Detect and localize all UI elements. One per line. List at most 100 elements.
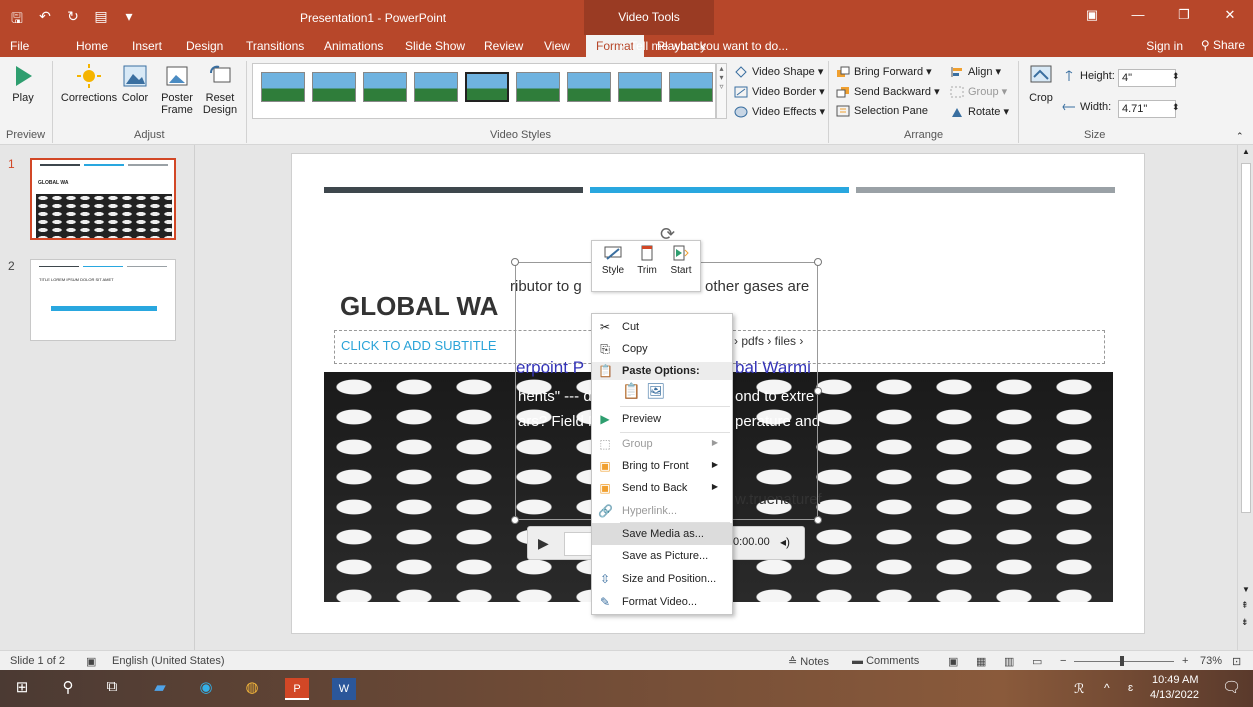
input-indicator-icon[interactable]: ɛ <box>1128 682 1133 694</box>
zoom-in-icon[interactable]: + <box>1182 655 1188 667</box>
corrections-button[interactable]: Corrections <box>58 63 120 104</box>
video-shape-button[interactable]: Video Shape ▾ <box>734 65 823 78</box>
crop-button[interactable]: Crop <box>1024 63 1058 104</box>
paste-keep-source-icon[interactable]: 📋 <box>622 382 641 402</box>
tab-animations[interactable]: Animations <box>324 39 383 53</box>
video-style-thumbnail[interactable] <box>516 72 560 102</box>
menu-item-bring-to-front[interactable]: ▣ Bring to Front ▶ <box>592 455 732 477</box>
video-styles-gallery[interactable] <box>252 63 716 119</box>
video-style-thumbnail[interactable] <box>567 72 611 102</box>
video-style-thumbnail[interactable] <box>414 72 458 102</box>
slide-thumbnail-1[interactable]: GLOBAL WA <box>30 158 176 240</box>
video-style-thumbnail[interactable] <box>618 72 662 102</box>
clock-time[interactable]: 10:49 AM <box>1152 674 1198 686</box>
notes-button[interactable]: ≙ Notes <box>788 655 829 668</box>
menu-item-cut[interactable]: ✂ Cut <box>592 316 732 338</box>
menu-item-save-as-picture[interactable]: Save as Picture... <box>592 545 732 567</box>
style-button[interactable]: Style <box>596 245 630 276</box>
tab-design[interactable]: Design <box>186 39 223 53</box>
zoom-slider[interactable] <box>1074 661 1174 662</box>
bring-forward-button[interactable]: Bring Forward ▾ <box>836 65 932 78</box>
menu-item-size-and-position[interactable]: ⇳ Size and Position... <box>592 568 732 590</box>
zoom-out-icon[interactable]: − <box>1060 655 1066 667</box>
align-button[interactable]: Align ▾ <box>950 65 1001 78</box>
reset-design-button[interactable]: Reset Design <box>198 63 242 116</box>
start-from-beginning-icon[interactable]: ▤ <box>92 8 110 32</box>
language-indicator[interactable]: English (United States) <box>112 655 225 667</box>
video-style-thumbnail[interactable] <box>465 72 509 102</box>
clock-date[interactable]: 4/13/2022 <box>1150 689 1199 701</box>
gallery-scroll[interactable]: ▴ ▾ ▿ <box>716 63 727 119</box>
edge-browser-icon[interactable]: ◉ <box>194 678 218 696</box>
selection-pane-button[interactable]: Selection Pane <box>836 105 928 117</box>
sign-in-link[interactable]: Sign in <box>1146 39 1183 53</box>
scroll-thumb[interactable] <box>1241 163 1251 513</box>
slide-thumbnail-2[interactable]: TITLE LOREM IPSUM DOLOR SIT AMET <box>30 259 176 341</box>
tab-review[interactable]: Review <box>484 39 523 53</box>
menu-item-send-to-back[interactable]: ▣ Send to Back ▶ <box>592 477 732 499</box>
slide-title[interactable]: GLOBAL WA <box>340 291 498 322</box>
color-button[interactable]: Color <box>121 63 149 104</box>
previous-slide-icon[interactable]: ⇞ <box>1241 600 1249 611</box>
video-border-button[interactable]: Video Border ▾ <box>734 85 825 98</box>
resize-handle[interactable] <box>511 516 519 524</box>
comments-button[interactable]: ▬ Comments <box>852 655 919 667</box>
ribbon-display-options-icon[interactable]: ▣ <box>1069 0 1115 30</box>
resize-handle[interactable] <box>814 387 822 395</box>
video-style-thumbnail[interactable] <box>363 72 407 102</box>
menu-item-format-video[interactable]: ✎ Format Video... <box>592 591 732 613</box>
redo-icon[interactable]: ↻ <box>64 8 82 32</box>
zoom-slider-thumb[interactable] <box>1120 656 1124 666</box>
tab-transitions[interactable]: Transitions <box>246 39 304 53</box>
tab-file[interactable]: File <box>10 39 29 53</box>
tab-home[interactable]: Home <box>76 39 108 53</box>
menu-item-copy[interactable]: ⎘ Copy <box>592 338 732 360</box>
resize-handle[interactable] <box>814 258 822 266</box>
volume-icon[interactable]: ◂) <box>780 535 790 549</box>
zoom-level[interactable]: 73% <box>1200 655 1222 667</box>
task-view-icon[interactable]: ⧉ <box>100 678 124 695</box>
group-button[interactable]: Group ▾ <box>950 85 1007 98</box>
normal-view-icon[interactable]: ▣ <box>948 655 958 668</box>
height-input[interactable]: 4" <box>1118 69 1176 87</box>
height-spinner[interactable]: ⬍ <box>1172 71 1180 82</box>
video-style-thumbnail[interactable] <box>312 72 356 102</box>
spelling-check-icon[interactable]: ▣ <box>86 655 96 668</box>
close-icon[interactable]: ✕ <box>1207 0 1253 30</box>
resize-handle[interactable] <box>814 516 822 524</box>
play-pause-icon[interactable]: ▶ <box>538 535 549 552</box>
seek-bar[interactable] <box>564 532 594 556</box>
word-taskbar-icon[interactable]: W <box>332 678 356 700</box>
tab-slide-show[interactable]: Slide Show <box>405 39 465 53</box>
file-explorer-icon[interactable]: ▰ <box>148 678 172 696</box>
minimize-icon[interactable]: — <box>1115 0 1161 30</box>
notifications-icon[interactable]: 🗨 <box>1222 678 1241 696</box>
windows-start-icon[interactable]: ⊞ <box>10 678 34 696</box>
trim-button[interactable]: Trim <box>630 245 664 276</box>
menu-item-save-media-as[interactable]: Save Media as... <box>592 523 732 545</box>
play-button[interactable]: Play <box>8 63 38 104</box>
menu-item-preview[interactable]: ▶ Preview <box>592 408 732 430</box>
paste-picture-icon[interactable]: 🖼 <box>646 382 665 402</box>
width-input[interactable]: 4.71" <box>1118 100 1176 118</box>
chrome-browser-icon[interactable]: ◍ <box>240 678 264 696</box>
restore-icon[interactable]: ❐ <box>1161 0 1207 30</box>
width-spinner[interactable]: ⬍ <box>1172 102 1180 113</box>
reading-view-icon[interactable]: ▥ <box>1004 655 1014 668</box>
poster-frame-button[interactable]: Poster Frame <box>156 63 198 116</box>
vertical-scrollbar[interactable]: ▲ ▼ ⇞ ⇟ <box>1237 145 1253 650</box>
video-effects-button[interactable]: Video Effects ▾ <box>734 105 825 118</box>
tab-insert[interactable]: Insert <box>132 39 162 53</box>
slide-show-icon[interactable]: ▭ <box>1032 655 1042 668</box>
search-icon[interactable]: ⚲ <box>56 678 80 696</box>
fit-to-window-icon[interactable]: ⊡ <box>1232 655 1241 668</box>
customize-qat-icon[interactable]: ▾ <box>120 8 138 32</box>
scroll-down-icon[interactable]: ▼ <box>1242 585 1250 594</box>
rotate-button[interactable]: Rotate ▾ <box>950 105 1009 118</box>
save-icon[interactable]: 🖫 <box>8 8 26 32</box>
video-style-thumbnail[interactable] <box>261 72 305 102</box>
tell-me-search[interactable]: ♀ Tell me what you want to do... <box>618 39 788 53</box>
show-hidden-icons-icon[interactable]: ^ <box>1104 681 1110 695</box>
menu-item-group[interactable]: ⬚ Group ▶ <box>592 433 732 455</box>
tab-view[interactable]: View <box>544 39 570 53</box>
